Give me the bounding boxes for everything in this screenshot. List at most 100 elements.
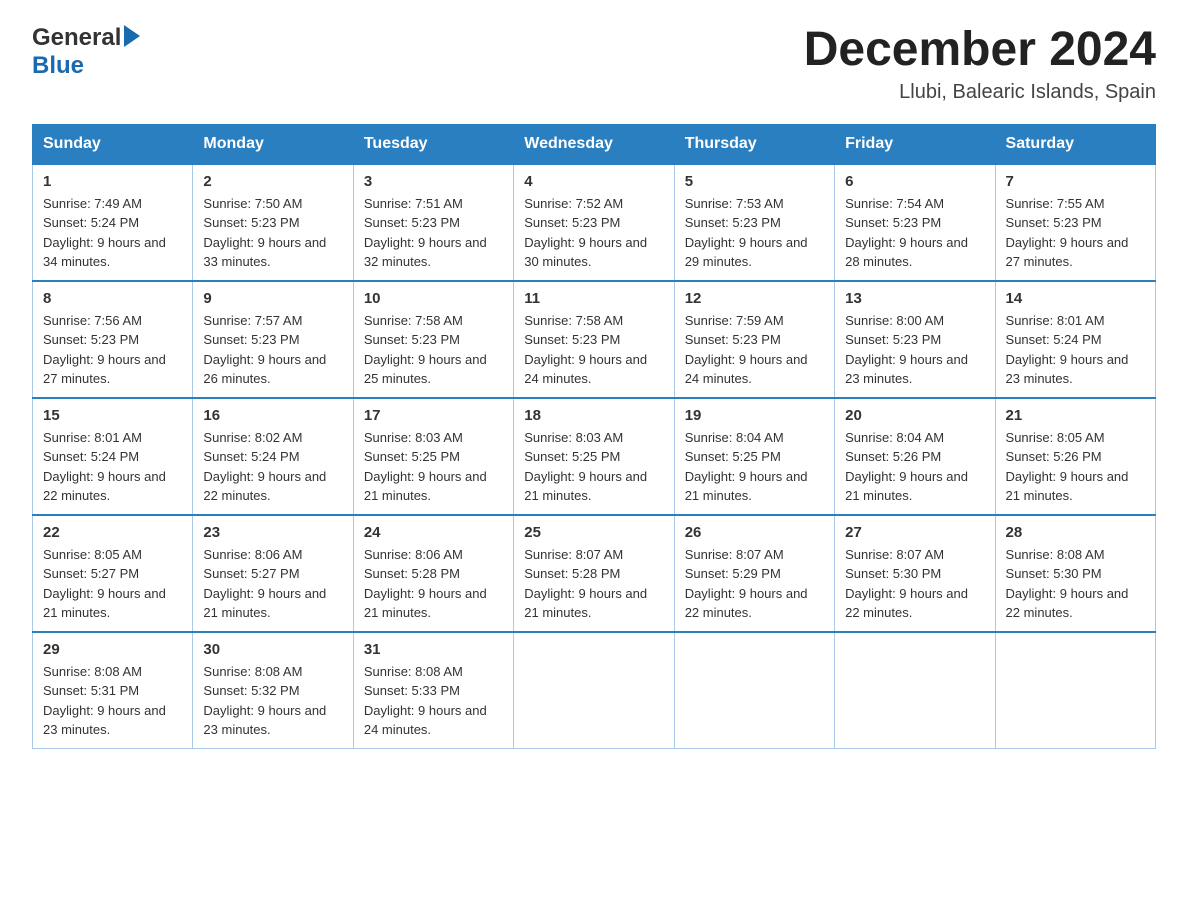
title-block: December 2024 Llubi, Balearic Islands, S… bbox=[804, 24, 1156, 104]
day-number: 18 bbox=[524, 407, 663, 424]
calendar-cell: 20 Sunrise: 8:04 AMSunset: 5:26 PMDaylig… bbox=[835, 398, 995, 515]
day-info: Sunrise: 8:06 AMSunset: 5:28 PMDaylight:… bbox=[364, 547, 487, 621]
day-number: 9 bbox=[203, 290, 342, 307]
calendar-cell: 18 Sunrise: 8:03 AMSunset: 5:25 PMDaylig… bbox=[514, 398, 674, 515]
day-number: 6 bbox=[845, 173, 984, 190]
day-number: 11 bbox=[524, 290, 663, 307]
calendar-cell: 31 Sunrise: 8:08 AMSunset: 5:33 PMDaylig… bbox=[353, 632, 513, 749]
calendar-cell: 17 Sunrise: 8:03 AMSunset: 5:25 PMDaylig… bbox=[353, 398, 513, 515]
col-wednesday: Wednesday bbox=[514, 124, 674, 164]
day-info: Sunrise: 8:04 AMSunset: 5:26 PMDaylight:… bbox=[845, 430, 968, 504]
day-number: 4 bbox=[524, 173, 663, 190]
day-info: Sunrise: 7:58 AMSunset: 5:23 PMDaylight:… bbox=[364, 313, 487, 387]
calendar-cell: 3 Sunrise: 7:51 AMSunset: 5:23 PMDayligh… bbox=[353, 164, 513, 281]
day-info: Sunrise: 8:05 AMSunset: 5:26 PMDaylight:… bbox=[1006, 430, 1129, 504]
day-info: Sunrise: 8:00 AMSunset: 5:23 PMDaylight:… bbox=[845, 313, 968, 387]
col-thursday: Thursday bbox=[674, 124, 834, 164]
calendar-cell: 28 Sunrise: 8:08 AMSunset: 5:30 PMDaylig… bbox=[995, 515, 1155, 632]
calendar-table: Sunday Monday Tuesday Wednesday Thursday… bbox=[32, 124, 1156, 749]
day-info: Sunrise: 8:01 AMSunset: 5:24 PMDaylight:… bbox=[1006, 313, 1129, 387]
logo-triangle-icon bbox=[124, 25, 140, 47]
calendar-cell: 9 Sunrise: 7:57 AMSunset: 5:23 PMDayligh… bbox=[193, 281, 353, 398]
day-number: 24 bbox=[364, 524, 503, 541]
day-number: 2 bbox=[203, 173, 342, 190]
day-info: Sunrise: 8:05 AMSunset: 5:27 PMDaylight:… bbox=[43, 547, 166, 621]
calendar-cell bbox=[514, 632, 674, 749]
day-number: 20 bbox=[845, 407, 984, 424]
day-number: 21 bbox=[1006, 407, 1145, 424]
day-info: Sunrise: 8:08 AMSunset: 5:30 PMDaylight:… bbox=[1006, 547, 1129, 621]
day-number: 17 bbox=[364, 407, 503, 424]
calendar-cell: 1 Sunrise: 7:49 AMSunset: 5:24 PMDayligh… bbox=[33, 164, 193, 281]
calendar-cell bbox=[835, 632, 995, 749]
calendar-cell: 7 Sunrise: 7:55 AMSunset: 5:23 PMDayligh… bbox=[995, 164, 1155, 281]
day-info: Sunrise: 8:08 AMSunset: 5:31 PMDaylight:… bbox=[43, 664, 166, 738]
day-info: Sunrise: 7:55 AMSunset: 5:23 PMDaylight:… bbox=[1006, 196, 1129, 270]
day-info: Sunrise: 7:58 AMSunset: 5:23 PMDaylight:… bbox=[524, 313, 647, 387]
calendar-cell: 4 Sunrise: 7:52 AMSunset: 5:23 PMDayligh… bbox=[514, 164, 674, 281]
day-number: 14 bbox=[1006, 290, 1145, 307]
day-info: Sunrise: 8:01 AMSunset: 5:24 PMDaylight:… bbox=[43, 430, 166, 504]
calendar-cell: 27 Sunrise: 8:07 AMSunset: 5:30 PMDaylig… bbox=[835, 515, 995, 632]
day-number: 10 bbox=[364, 290, 503, 307]
calendar-week-2: 8 Sunrise: 7:56 AMSunset: 5:23 PMDayligh… bbox=[33, 281, 1156, 398]
day-info: Sunrise: 8:07 AMSunset: 5:28 PMDaylight:… bbox=[524, 547, 647, 621]
day-info: Sunrise: 8:02 AMSunset: 5:24 PMDaylight:… bbox=[203, 430, 326, 504]
day-info: Sunrise: 7:54 AMSunset: 5:23 PMDaylight:… bbox=[845, 196, 968, 270]
calendar-cell: 2 Sunrise: 7:50 AMSunset: 5:23 PMDayligh… bbox=[193, 164, 353, 281]
day-number: 31 bbox=[364, 641, 503, 658]
col-sunday: Sunday bbox=[33, 124, 193, 164]
col-monday: Monday bbox=[193, 124, 353, 164]
calendar-cell: 12 Sunrise: 7:59 AMSunset: 5:23 PMDaylig… bbox=[674, 281, 834, 398]
day-info: Sunrise: 8:08 AMSunset: 5:33 PMDaylight:… bbox=[364, 664, 487, 738]
day-number: 7 bbox=[1006, 173, 1145, 190]
col-saturday: Saturday bbox=[995, 124, 1155, 164]
calendar-cell bbox=[995, 632, 1155, 749]
calendar-cell: 26 Sunrise: 8:07 AMSunset: 5:29 PMDaylig… bbox=[674, 515, 834, 632]
day-info: Sunrise: 8:07 AMSunset: 5:29 PMDaylight:… bbox=[685, 547, 808, 621]
day-info: Sunrise: 8:03 AMSunset: 5:25 PMDaylight:… bbox=[364, 430, 487, 504]
calendar-cell: 21 Sunrise: 8:05 AMSunset: 5:26 PMDaylig… bbox=[995, 398, 1155, 515]
calendar-cell: 14 Sunrise: 8:01 AMSunset: 5:24 PMDaylig… bbox=[995, 281, 1155, 398]
calendar-week-5: 29 Sunrise: 8:08 AMSunset: 5:31 PMDaylig… bbox=[33, 632, 1156, 749]
day-number: 13 bbox=[845, 290, 984, 307]
day-number: 3 bbox=[364, 173, 503, 190]
calendar-header-row: Sunday Monday Tuesday Wednesday Thursday… bbox=[33, 124, 1156, 164]
day-info: Sunrise: 7:52 AMSunset: 5:23 PMDaylight:… bbox=[524, 196, 647, 270]
calendar-cell: 19 Sunrise: 8:04 AMSunset: 5:25 PMDaylig… bbox=[674, 398, 834, 515]
calendar-cell: 10 Sunrise: 7:58 AMSunset: 5:23 PMDaylig… bbox=[353, 281, 513, 398]
day-info: Sunrise: 8:07 AMSunset: 5:30 PMDaylight:… bbox=[845, 547, 968, 621]
day-number: 29 bbox=[43, 641, 182, 658]
day-info: Sunrise: 7:59 AMSunset: 5:23 PMDaylight:… bbox=[685, 313, 808, 387]
calendar-cell: 23 Sunrise: 8:06 AMSunset: 5:27 PMDaylig… bbox=[193, 515, 353, 632]
calendar-week-4: 22 Sunrise: 8:05 AMSunset: 5:27 PMDaylig… bbox=[33, 515, 1156, 632]
col-friday: Friday bbox=[835, 124, 995, 164]
day-info: Sunrise: 8:06 AMSunset: 5:27 PMDaylight:… bbox=[203, 547, 326, 621]
calendar-cell: 13 Sunrise: 8:00 AMSunset: 5:23 PMDaylig… bbox=[835, 281, 995, 398]
day-number: 12 bbox=[685, 290, 824, 307]
day-number: 26 bbox=[685, 524, 824, 541]
calendar-cell: 24 Sunrise: 8:06 AMSunset: 5:28 PMDaylig… bbox=[353, 515, 513, 632]
calendar-cell: 22 Sunrise: 8:05 AMSunset: 5:27 PMDaylig… bbox=[33, 515, 193, 632]
day-number: 27 bbox=[845, 524, 984, 541]
location-text: Llubi, Balearic Islands, Spain bbox=[804, 81, 1156, 104]
logo: General Blue bbox=[32, 24, 140, 80]
calendar-cell: 30 Sunrise: 8:08 AMSunset: 5:32 PMDaylig… bbox=[193, 632, 353, 749]
calendar-cell: 5 Sunrise: 7:53 AMSunset: 5:23 PMDayligh… bbox=[674, 164, 834, 281]
day-info: Sunrise: 8:03 AMSunset: 5:25 PMDaylight:… bbox=[524, 430, 647, 504]
calendar-week-3: 15 Sunrise: 8:01 AMSunset: 5:24 PMDaylig… bbox=[33, 398, 1156, 515]
calendar-cell bbox=[674, 632, 834, 749]
calendar-cell: 6 Sunrise: 7:54 AMSunset: 5:23 PMDayligh… bbox=[835, 164, 995, 281]
day-info: Sunrise: 7:51 AMSunset: 5:23 PMDaylight:… bbox=[364, 196, 487, 270]
page-header: General Blue December 2024 Llubi, Balear… bbox=[32, 24, 1156, 104]
col-tuesday: Tuesday bbox=[353, 124, 513, 164]
day-number: 8 bbox=[43, 290, 182, 307]
day-info: Sunrise: 7:53 AMSunset: 5:23 PMDaylight:… bbox=[685, 196, 808, 270]
day-info: Sunrise: 8:08 AMSunset: 5:32 PMDaylight:… bbox=[203, 664, 326, 738]
day-info: Sunrise: 8:04 AMSunset: 5:25 PMDaylight:… bbox=[685, 430, 808, 504]
calendar-cell: 25 Sunrise: 8:07 AMSunset: 5:28 PMDaylig… bbox=[514, 515, 674, 632]
day-info: Sunrise: 7:56 AMSunset: 5:23 PMDaylight:… bbox=[43, 313, 166, 387]
day-number: 28 bbox=[1006, 524, 1145, 541]
month-title: December 2024 bbox=[804, 24, 1156, 77]
logo-blue-text: Blue bbox=[32, 52, 84, 80]
